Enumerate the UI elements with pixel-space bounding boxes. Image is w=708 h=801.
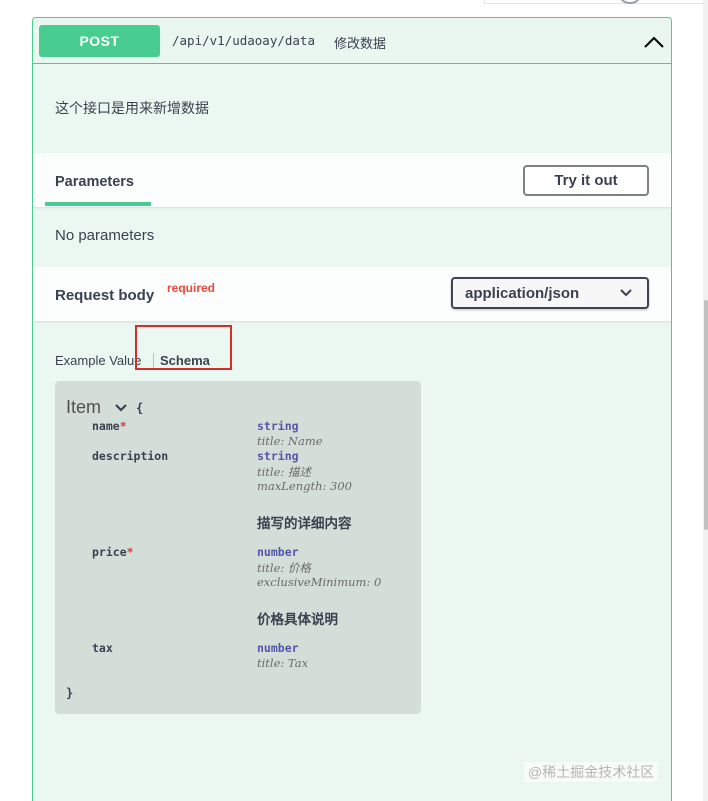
request-body-header: Request body required application/json [33, 267, 671, 321]
annotation-highlight-box [135, 325, 232, 370]
request-body-title: Request body [55, 287, 155, 304]
property-description: description [92, 449, 168, 463]
try-it-out-button[interactable]: Try it out [523, 165, 649, 196]
search-box-edge [484, 0, 708, 4]
content-type-value: application/json [465, 285, 580, 302]
property-type: number [257, 545, 299, 559]
property-name-label: price [92, 545, 127, 559]
required-star: * [119, 419, 127, 433]
property-name-label: description [92, 449, 169, 463]
property-price: price* [92, 545, 134, 559]
property-type: string [257, 419, 299, 433]
property-meta: title: Name [257, 434, 323, 448]
schema-model-box: Item { name* string title: Name descript… [55, 381, 421, 714]
no-parameters-text: No parameters [55, 227, 155, 244]
watermark: @稀土掘金技术社区 [524, 762, 659, 782]
property-type: string [257, 449, 299, 463]
property-meta: maxLength: 300 [257, 479, 352, 493]
operation-description: 这个接口是用来新增数据 [55, 100, 209, 116]
model-open-brace: { [136, 401, 144, 415]
operation-summary-text: 修改数据 [334, 36, 387, 51]
chevron-up-icon[interactable] [643, 33, 665, 51]
model-title[interactable]: Item [66, 397, 101, 418]
tab-parameters-label: Parameters [55, 174, 134, 190]
property-meta: title: 价格 [257, 561, 311, 575]
operation-summary[interactable]: POST /api/v1/udaoay/data 修改数据 [33, 18, 671, 64]
property-name: name* [92, 419, 127, 433]
operation-block-post: POST /api/v1/udaoay/data 修改数据 这个接口是用来新增数… [32, 17, 672, 801]
parameters-header: Parameters Try it out [33, 153, 671, 207]
chevron-down-icon [620, 289, 632, 297]
property-tax: tax [92, 641, 113, 655]
scrollbar-thumb[interactable] [704, 300, 708, 530]
property-desc: 描写的详细内容 [257, 516, 352, 531]
property-meta: title: 描述 [257, 465, 311, 479]
model-toggle-chevron-icon[interactable] [115, 403, 127, 413]
property-desc: 价格具体说明 [257, 612, 338, 627]
required-label: required [167, 281, 216, 295]
tab-parameters[interactable]: Parameters [33, 153, 151, 207]
tab-active-underline [45, 202, 151, 206]
model-close-brace: } [66, 686, 74, 700]
required-star: * [126, 545, 134, 559]
content-type-select[interactable]: application/json [451, 277, 649, 309]
property-name-label: tax [92, 641, 113, 655]
property-meta: title: Tax [257, 656, 309, 670]
property-name-label: name [92, 419, 120, 433]
top-bar [0, 0, 708, 8]
tab-example-value[interactable]: Example Value [55, 353, 141, 368]
operation-path: /api/v1/udaoay/data [172, 33, 315, 48]
property-meta: exclusiveMinimum: 0 [257, 575, 382, 589]
property-type: number [257, 641, 299, 655]
method-badge: POST [39, 25, 160, 57]
